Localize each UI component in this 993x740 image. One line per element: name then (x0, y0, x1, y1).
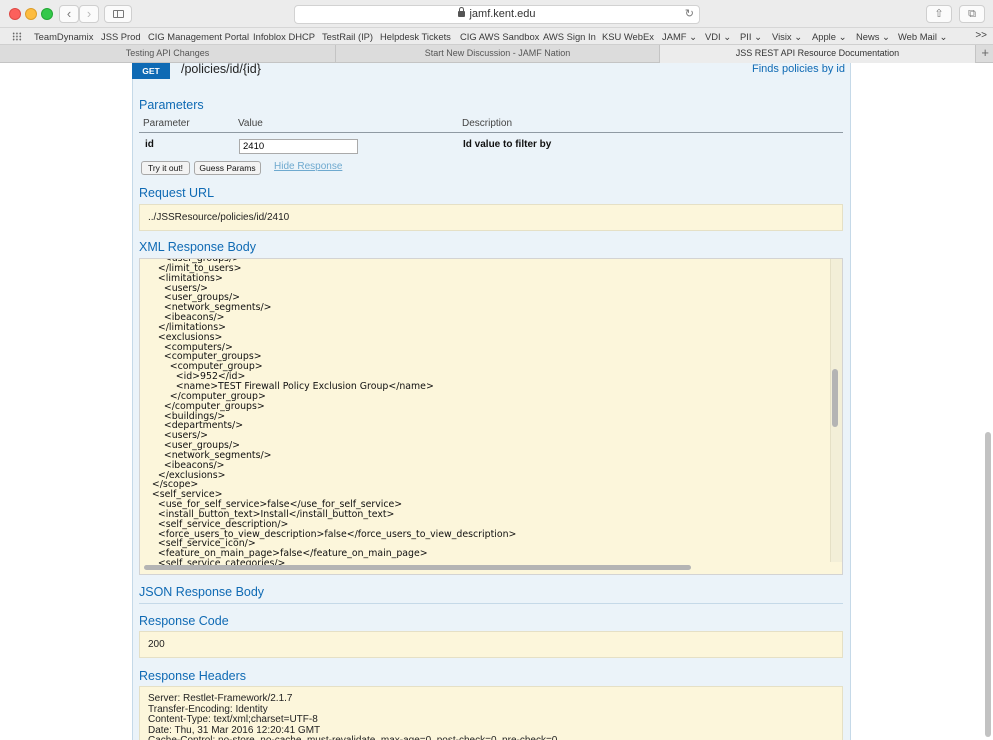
lock-icon (458, 7, 466, 17)
plus-icon: + (981, 45, 989, 60)
bookmarks-grid-icon[interactable] (12, 32, 22, 41)
response-code-value: 200 (148, 639, 165, 650)
bookmark-folder-web-mail[interactable]: Web Mail ⌄ (898, 31, 947, 43)
bookmark-folder-pii[interactable]: PII ⌄ (740, 31, 762, 43)
param-description: Id value to filter by (463, 139, 552, 150)
bookmark-aws-sign-in[interactable]: AWS Sign In (543, 31, 596, 42)
response-headers-heading: Response Headers (139, 669, 247, 683)
address-bar[interactable]: jamf.kent.edu ↻ (294, 5, 700, 24)
parameter-column-header: Parameter (143, 118, 190, 129)
request-url-value: ../JSSResource/policies/id/2410 (148, 212, 290, 223)
request-url-heading: Request URL (139, 186, 215, 200)
page-content: GET /policies/id/{id} Finds policies by … (0, 63, 993, 740)
share-button[interactable]: ⇧ (926, 5, 952, 23)
sidebar-icon (113, 10, 124, 18)
xml-response-code: <user_groups/> </limit_to_users> <limita… (140, 259, 517, 569)
try-it-out-button[interactable]: Try it out! (141, 161, 190, 175)
bookmarks-bar: TeamDynamix JSS Prod CIG Management Port… (0, 28, 993, 45)
response-headers-box: Server: Restlet-Framework/2.1.7 Transfer-… (139, 686, 843, 740)
sidebar-toggle-button[interactable] (104, 5, 132, 23)
chevron-left-icon: ‹ (66, 6, 72, 21)
response-header-line: Cache-Control: no-store, no-cache, must-… (148, 736, 557, 740)
tab-bar: Testing API Changes Start New Discussion… (0, 45, 993, 63)
value-column-header: Value (238, 118, 263, 129)
response-header-line: Server: Restlet-Framework/2.1.7 (148, 693, 293, 704)
json-response-heading: JSON Response Body (139, 585, 265, 599)
bookmark-folder-visix[interactable]: Visix ⌄ (772, 31, 802, 43)
endpoint-path[interactable]: /policies/id/{id} (181, 63, 261, 76)
forward-button[interactable]: › (79, 5, 99, 23)
bookmark-cig-management-portal[interactable]: CIG Management Portal (148, 31, 249, 42)
http-method-badge[interactable]: GET (132, 63, 170, 79)
json-response-divider (139, 603, 843, 604)
xml-response-body[interactable]: <user_groups/> </limit_to_users> <limita… (139, 258, 843, 575)
address-url: jamf.kent.edu (469, 8, 536, 20)
xml-response-heading: XML Response Body (139, 240, 256, 254)
hide-response-link[interactable]: Hide Response (274, 161, 342, 172)
chevron-right-icon: › (86, 6, 92, 21)
reload-icon[interactable]: ↻ (685, 6, 694, 23)
bookmark-teamdynamix[interactable]: TeamDynamix (34, 31, 93, 42)
param-id-input[interactable] (239, 139, 358, 154)
bookmark-infoblox-dhcp[interactable]: Infoblox DHCP (253, 31, 315, 42)
tab-jss-rest-api-docs[interactable]: JSS REST API Resource Documentation (660, 45, 976, 63)
page-vertical-scrollbar[interactable] (985, 432, 991, 737)
bookmark-folder-apple[interactable]: Apple ⌄ (812, 31, 846, 43)
bookmark-folder-news[interactable]: News ⌄ (856, 31, 890, 43)
request-url-box: ../JSSResource/policies/id/2410 (139, 204, 843, 231)
zoom-window-button[interactable] (41, 8, 53, 20)
xml-vertical-scrollbar[interactable] (832, 369, 838, 427)
bookmark-testrail[interactable]: TestRail (IP) (322, 31, 373, 42)
tabs-icon: ⧉ (968, 8, 976, 20)
tab-testing-api-changes[interactable]: Testing API Changes (0, 45, 336, 63)
bookmark-ksu-webex[interactable]: KSU WebEx (602, 31, 654, 42)
back-button[interactable]: ‹ (59, 5, 79, 23)
browser-toolbar: ‹ › jamf.kent.edu ↻ ⇧ ⧉ (0, 0, 993, 28)
share-icon: ⇧ (934, 8, 944, 20)
xml-horizontal-scrollbar[interactable] (144, 565, 691, 570)
show-tabs-button[interactable]: ⧉ (959, 5, 985, 23)
guess-params-button[interactable]: Guess Params (194, 161, 261, 175)
bookmark-folder-jamf[interactable]: JAMF ⌄ (662, 31, 697, 43)
endpoint-summary[interactable]: Finds policies by id (752, 63, 845, 75)
close-window-button[interactable] (9, 8, 21, 20)
parameters-heading: Parameters (139, 98, 204, 112)
tab-start-new-discussion[interactable]: Start New Discussion - JAMF Nation (336, 45, 660, 63)
bookmark-cig-aws-sandbox[interactable]: CIG AWS Sandbox (460, 31, 539, 42)
bookmark-jss-prod[interactable]: JSS Prod (101, 31, 141, 42)
description-column-header: Description (462, 118, 513, 129)
param-name-id: id (145, 139, 154, 150)
response-headers-text: Server: Restlet-Framework/2.1.7 Transfer-… (148, 693, 557, 740)
bookmark-helpdesk-tickets[interactable]: Helpdesk Tickets (380, 31, 451, 42)
minimize-window-button[interactable] (25, 8, 37, 20)
bookmark-folder-vdi[interactable]: VDI ⌄ (705, 31, 731, 43)
response-code-box: 200 (139, 631, 843, 658)
bookmarks-overflow-button[interactable]: >> (975, 30, 987, 41)
parameters-divider (139, 132, 843, 133)
response-code-heading: Response Code (139, 614, 229, 628)
new-tab-button[interactable]: + (981, 45, 989, 61)
